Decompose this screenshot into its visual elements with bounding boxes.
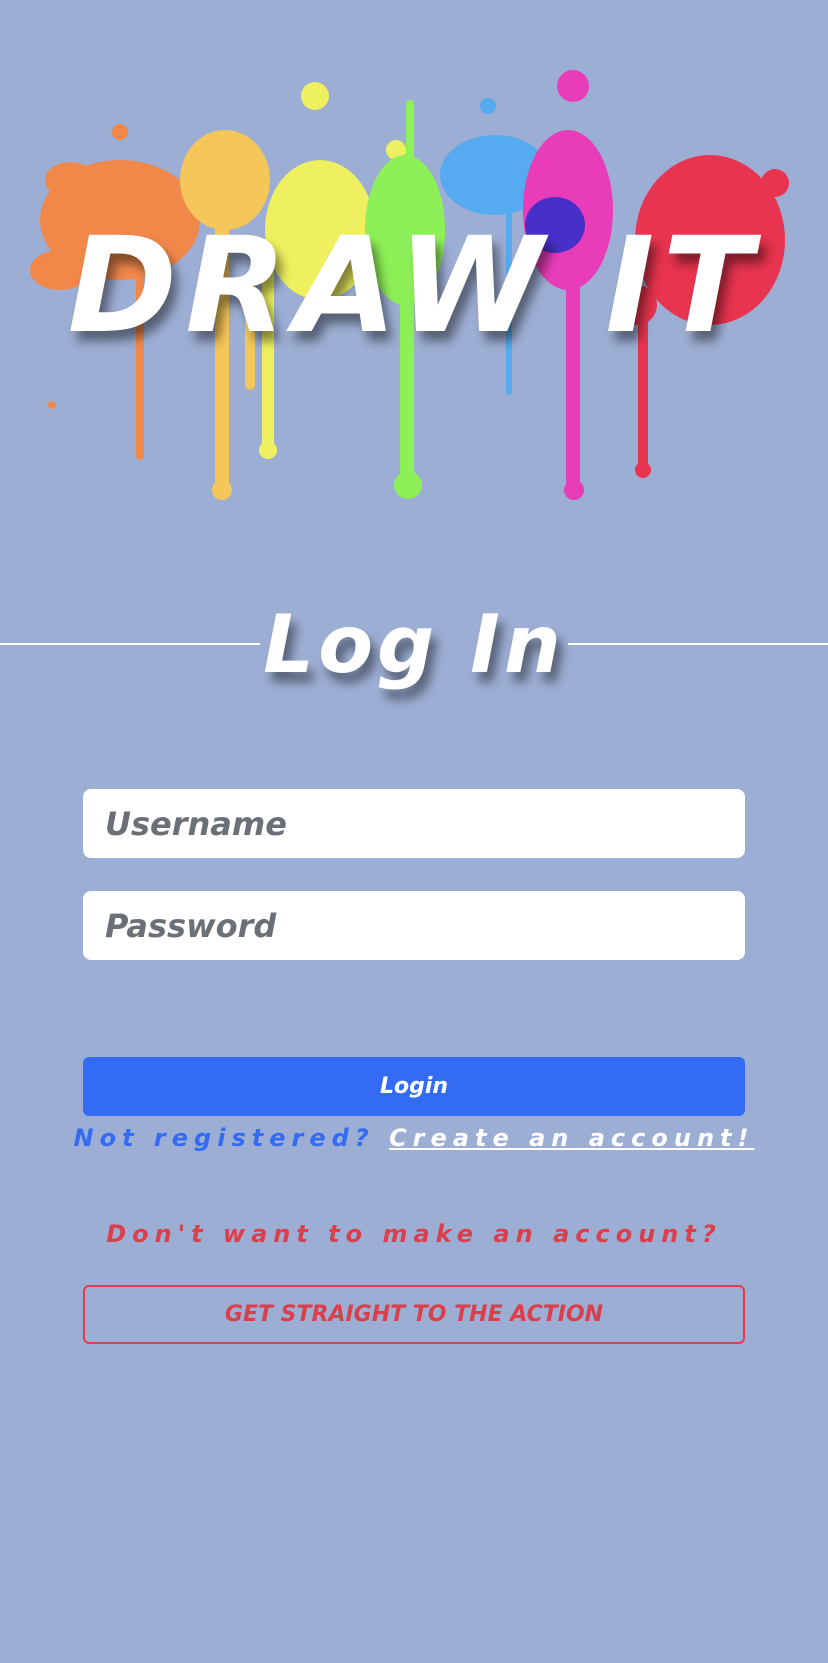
password-input[interactable]: [83, 891, 745, 960]
create-account-link[interactable]: Create an account!: [389, 1124, 754, 1152]
login-page: DRAW IT Log In Login Not registered? Cre…: [0, 0, 828, 1663]
heading-divider-left: [0, 643, 260, 645]
page-title: Log In: [263, 598, 565, 691]
guest-play-button[interactable]: GET STRAIGHT TO THE ACTION: [83, 1285, 745, 1344]
draw-it-logo: DRAW IT: [0, 60, 828, 540]
register-prompt: Not registered? Create an account!: [0, 1124, 828, 1152]
login-heading-row: Log In: [0, 605, 828, 695]
register-question: Not registered?: [73, 1124, 375, 1152]
guest-question: Don't want to make an account?: [106, 1220, 722, 1248]
logo-text: DRAW IT: [67, 209, 761, 363]
login-button[interactable]: Login: [83, 1057, 745, 1116]
username-input[interactable]: [83, 789, 745, 858]
heading-divider-right: [568, 643, 828, 645]
